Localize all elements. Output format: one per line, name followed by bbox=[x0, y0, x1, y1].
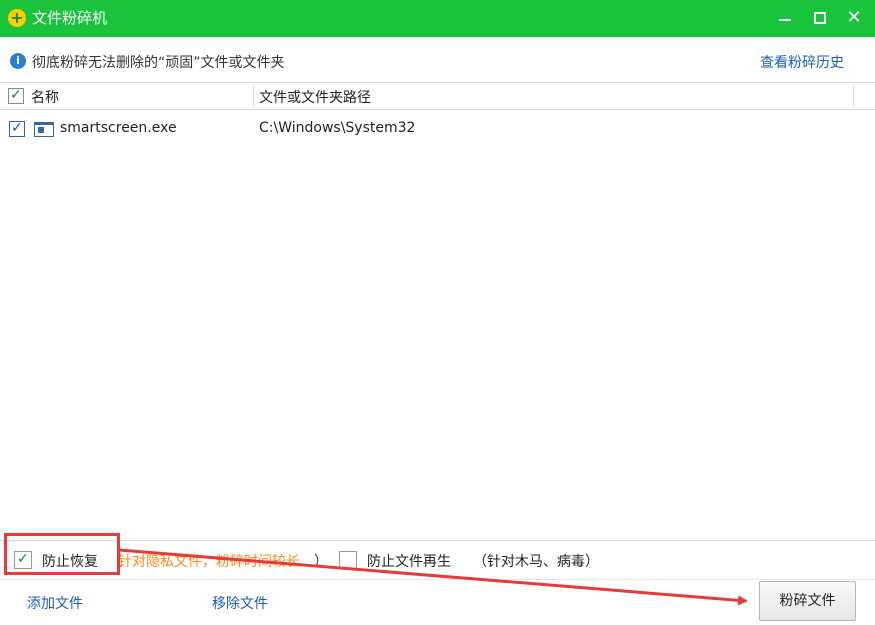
select-all-checkbox[interactable]: ✓ bbox=[8, 87, 24, 104]
table-header: ✓ 名称 文件或文件夹路径 bbox=[0, 82, 875, 110]
info-text: 彻底粉碎无法删除的“顽固”文件或文件夹 bbox=[32, 55, 285, 71]
checkmark-icon: ✓ bbox=[10, 87, 22, 103]
prevent-regeneration-note: （针对木马、病毒） bbox=[473, 554, 599, 570]
info-bar: i 彻底粉碎无法删除的“顽固”文件或文件夹 查看粉碎历史 bbox=[0, 45, 875, 77]
paren-close: ） bbox=[314, 554, 328, 570]
file-name: smartscreen.exe bbox=[60, 120, 177, 136]
prevent-regeneration-label[interactable]: 防止文件再生 bbox=[367, 551, 451, 571]
info-icon: i bbox=[10, 53, 26, 69]
options-bar: ✓ 防止恢复 （ 针对隐私文件，粉碎时间较长 ） 防止文件再生 （针对木马、病毒… bbox=[0, 540, 875, 580]
add-file-link[interactable]: 添加文件 bbox=[27, 593, 83, 613]
row-checkbox[interactable]: ✓ bbox=[9, 120, 25, 137]
shred-file-button[interactable]: 粉碎文件 bbox=[759, 581, 856, 621]
remove-file-link[interactable]: 移除文件 bbox=[212, 593, 268, 613]
close-button[interactable]: ✕ bbox=[840, 4, 868, 32]
window-title: 文件粉碎机 bbox=[32, 9, 108, 27]
column-divider[interactable] bbox=[253, 85, 254, 107]
footer-bar: 添加文件 移除文件 粉碎文件 bbox=[0, 579, 875, 625]
app-logo-icon: + bbox=[8, 9, 26, 27]
table-row[interactable]: ✓ smartscreen.exe C:\Windows\System32 bbox=[0, 116, 875, 142]
column-header-path[interactable]: 文件或文件夹路径 bbox=[259, 87, 371, 107]
minimize-button[interactable] bbox=[771, 4, 799, 32]
column-header-name[interactable]: 名称 bbox=[31, 87, 59, 107]
file-path: C:\Windows\System32 bbox=[259, 120, 416, 136]
column-divider[interactable] bbox=[853, 85, 854, 107]
annotation-highlight-box bbox=[4, 533, 120, 575]
executable-file-icon bbox=[34, 122, 54, 137]
maximize-button[interactable] bbox=[806, 4, 834, 32]
prevent-recovery-note: 针对隐私文件，粉碎时间较长 bbox=[118, 554, 300, 570]
title-bar: + 文件粉碎机 ✕ bbox=[0, 0, 875, 37]
checkmark-icon: ✓ bbox=[11, 120, 23, 136]
view-history-link[interactable]: 查看粉碎历史 bbox=[760, 52, 844, 72]
prevent-regeneration-checkbox[interactable] bbox=[339, 551, 357, 569]
